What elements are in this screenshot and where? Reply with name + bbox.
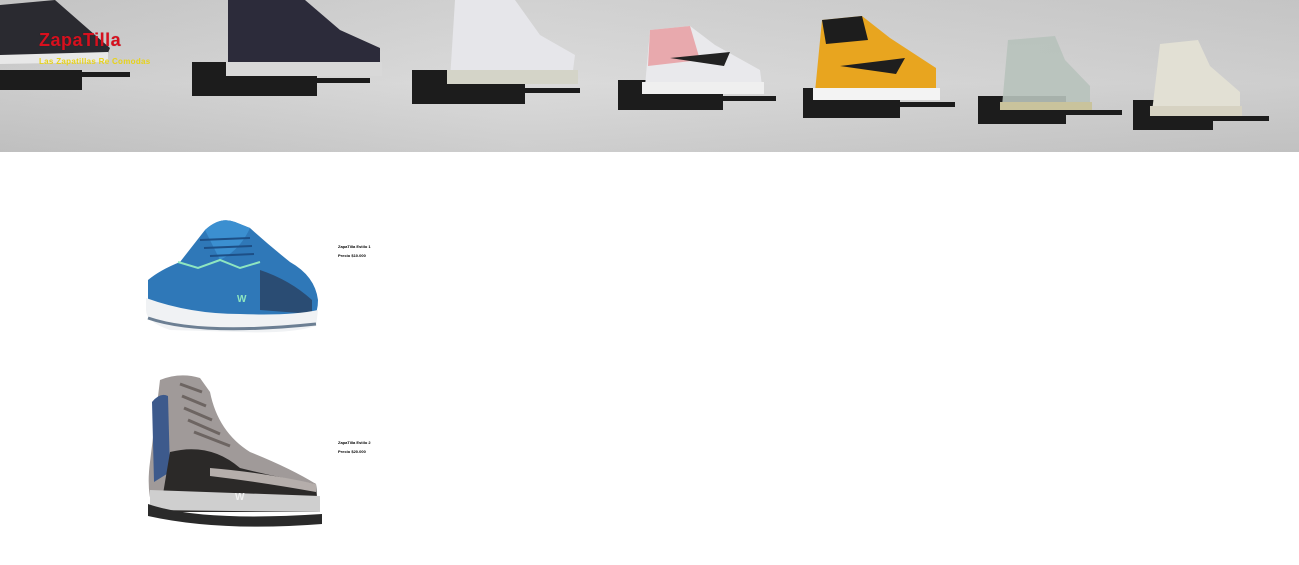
grey-hiking-boot-image[interactable]: W	[140, 372, 325, 532]
product-info: ZapaTilla Estilo 1 Precio $10.000	[338, 242, 371, 260]
site-brand-logo[interactable]: ZapaTilla	[39, 30, 121, 51]
product-name[interactable]: ZapaTilla Estilo 1	[338, 242, 371, 251]
product-price: Precio $20.000	[338, 449, 366, 454]
product-info: ZapaTilla Estilo 2 Precio $20.000	[338, 438, 371, 456]
blue-sneaker-image[interactable]: W	[140, 210, 325, 335]
product-name[interactable]: ZapaTilla Estilo 2	[338, 438, 371, 447]
svg-text:W: W	[237, 294, 247, 305]
product-card: W ZapaTilla Estilo 1 Precio $10.000	[140, 210, 740, 390]
sneaker-shelves-image	[0, 0, 1269, 130]
svg-text:W: W	[235, 492, 245, 503]
product-price: Precio $10.000	[338, 253, 366, 258]
hero-banner: ZapaTilla Las Zapatillas Re Comodas	[0, 0, 1299, 152]
product-card: W ZapaTilla Estilo 2 Precio $20.000	[140, 372, 740, 552]
site-tagline: Las Zapatillas Re Comodas	[39, 57, 151, 66]
